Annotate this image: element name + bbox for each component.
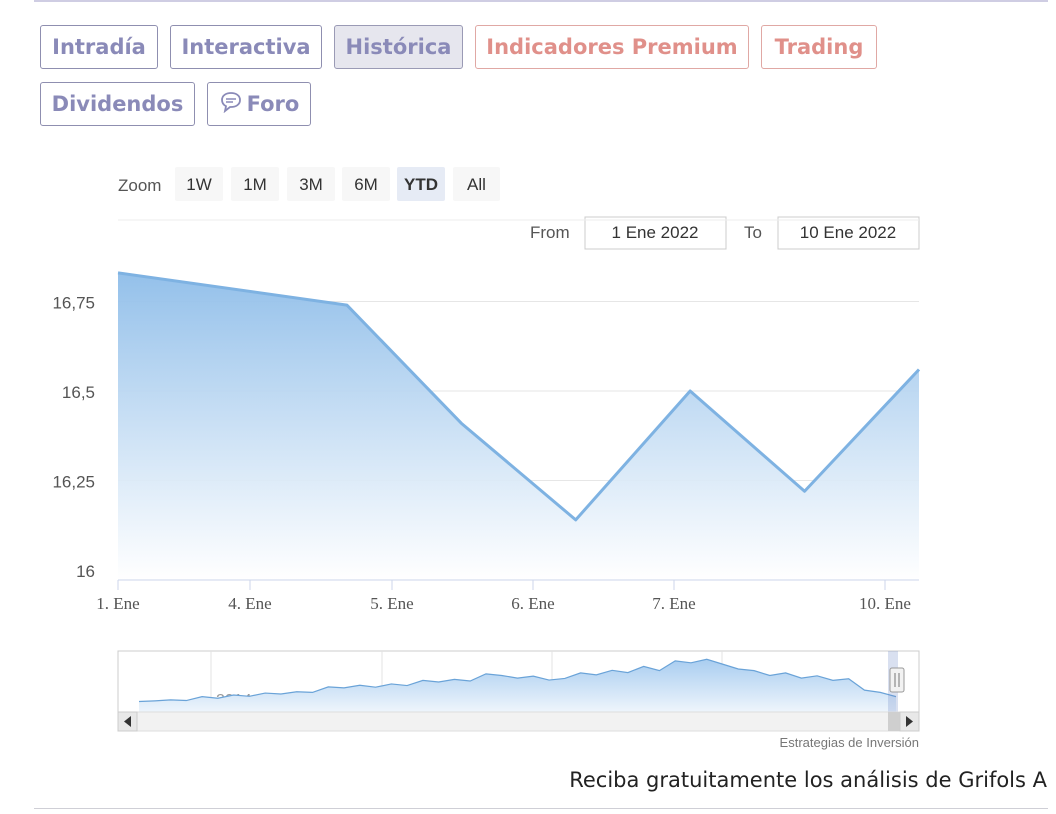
y-tick-label: 16,75: [52, 294, 95, 313]
y-axis-ticks: 16 16,25 16,5 16,75: [52, 294, 95, 582]
y-tick-label: 16: [76, 562, 95, 581]
zoom-label: Zoom: [118, 176, 161, 195]
to-input[interactable]: 10 Ene 2022: [800, 223, 896, 242]
zoom-buttons: 1W 1M 3M 6M YTD All: [175, 167, 500, 201]
zoom-button-label: 6M: [354, 175, 378, 194]
zoom-button-label: 1W: [186, 175, 212, 194]
from-label: From: [530, 223, 570, 242]
bottom-divider: [34, 808, 1048, 809]
chart-credit[interactable]: Estrategias de Inversión: [780, 735, 919, 750]
zoom-button-label: All: [467, 175, 486, 194]
to-label: To: [744, 223, 762, 242]
scrollbar-track[interactable]: [117, 711, 920, 732]
y-tick-label: 16,5: [62, 383, 95, 402]
x-tick-label: 5. Ene: [370, 594, 413, 613]
x-tick-label: 1. Ene: [96, 594, 139, 613]
stock-chart: Zoom 1W 1M 3M 6M YTD All From 1 Ene 2022 To 1…: [52, 167, 921, 750]
y-tick-label: 16,25: [52, 473, 95, 492]
scrollbar-thumb[interactable]: [888, 712, 900, 731]
x-tick-label: 6. Ene: [511, 594, 554, 613]
x-tick-label: 10. Ene: [859, 594, 911, 613]
zoom-button-label: 1M: [243, 175, 267, 194]
zoom-button-label: YTD: [404, 175, 438, 194]
price-area: [118, 272, 919, 580]
navigator-handle[interactable]: [889, 667, 905, 693]
x-tick-label: 7. Ene: [652, 594, 695, 613]
x-tick-label: 4. Ene: [228, 594, 271, 613]
from-input[interactable]: 1 Ene 2022: [612, 223, 699, 242]
caption-text: Reciba gratuitamente los análisis de Gri…: [569, 768, 1047, 792]
x-axis-ticks: 1. Ene 4. Ene 5. Ene 6. Ene 7. Ene 10. Ene: [96, 580, 911, 613]
zoom-button-label: 3M: [299, 175, 323, 194]
